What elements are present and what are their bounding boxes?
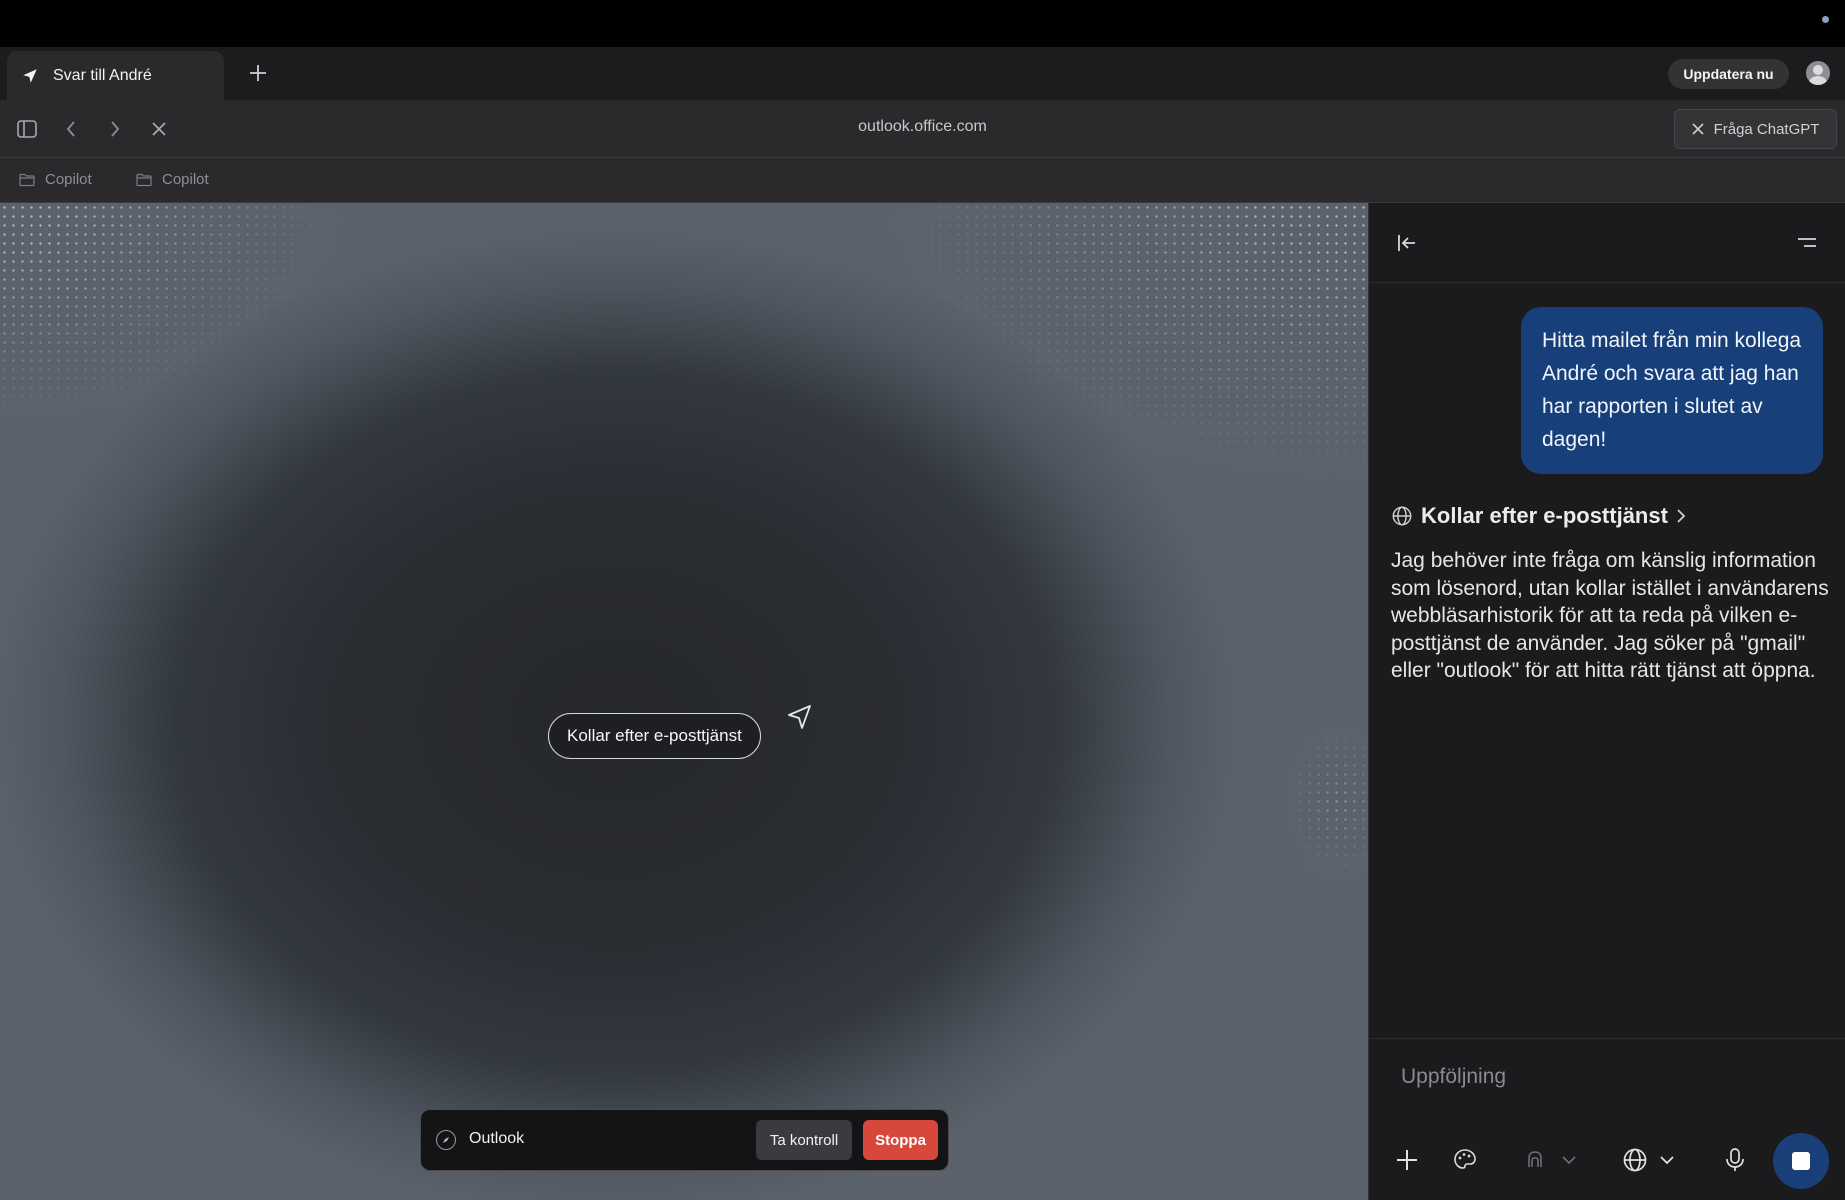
tab-title: Svar till André	[53, 66, 152, 84]
agent-cursor-icon	[788, 705, 811, 729]
web-search-button[interactable]	[1621, 1146, 1649, 1174]
compass-icon	[436, 1130, 456, 1150]
chevron-down-icon	[1660, 1156, 1674, 1165]
tab-active[interactable]: Svar till André	[7, 51, 224, 100]
status-dot-icon	[1822, 16, 1829, 23]
plus-icon	[250, 65, 266, 81]
ask-chatgpt-label: Fråga ChatGPT	[1713, 120, 1820, 138]
globe-icon	[1623, 1148, 1647, 1172]
forward-button[interactable]	[104, 118, 126, 140]
agent-status-pill: Kollar efter e-posttjänst	[548, 713, 761, 759]
chevron-right-icon	[111, 121, 120, 137]
tools-button[interactable]	[1451, 1146, 1479, 1174]
address-bar: outlook.office.com Fråga ChatGPT	[0, 100, 1845, 158]
chat-side-panel: Hitta mailet från min kollega André och …	[1368, 203, 1845, 1200]
system-top-bar	[0, 0, 1845, 47]
sidebar-toggle-button[interactable]	[16, 118, 38, 140]
site-label: Outlook	[469, 1130, 525, 1147]
navigation-arrow-icon	[23, 68, 37, 83]
dot-pattern	[0, 203, 1368, 1200]
agent-step-header[interactable]: Kollar efter e-posttjänst	[1391, 503, 1686, 529]
bookmark-folder-copilot[interactable]: Copilot	[19, 171, 92, 188]
ask-chatgpt-button[interactable]: Fråga ChatGPT	[1674, 109, 1837, 149]
agent-mode-button[interactable]	[1521, 1146, 1549, 1174]
assistant-message: Jag behöver inte fråga om känslig inform…	[1391, 549, 1829, 682]
chevron-left-icon	[66, 121, 75, 137]
folder-icon	[136, 173, 152, 186]
close-icon	[152, 122, 166, 136]
update-now-button[interactable]: Uppdatera nu	[1668, 59, 1789, 89]
microphone-icon	[1726, 1148, 1744, 1171]
tab-strip: Svar till André Uppdatera nu	[0, 47, 1845, 100]
web-search-dropdown[interactable]	[1653, 1146, 1681, 1174]
menu-icon[interactable]	[1795, 231, 1819, 255]
stop-icon	[1792, 1152, 1810, 1170]
bookmark-folder-copilot[interactable]: Copilot	[136, 171, 209, 188]
plus-icon	[1397, 1150, 1417, 1170]
stop-generating-button[interactable]	[1773, 1133, 1829, 1189]
voice-input-button[interactable]	[1721, 1146, 1749, 1174]
collapse-panel-icon[interactable]	[1395, 231, 1419, 255]
new-tab-button[interactable]	[244, 59, 272, 87]
sidebar-icon	[17, 120, 37, 138]
folder-icon	[19, 173, 35, 186]
chevron-down-icon	[1562, 1156, 1576, 1165]
followup-input[interactable]: Uppföljning	[1401, 1065, 1506, 1089]
back-button[interactable]	[60, 118, 82, 140]
chevron-right-icon	[1677, 509, 1686, 523]
agent-icon	[1528, 1151, 1542, 1167]
bookmarks-bar: Copilot Copilot	[0, 158, 1845, 203]
url-field[interactable]: outlook.office.com	[0, 118, 1845, 136]
step-title: Kollar efter e-posttjänst	[1421, 503, 1668, 528]
stop-button[interactable]: Stoppa	[863, 1120, 938, 1160]
stop-loading-button[interactable]	[148, 118, 170, 140]
user-message-bubble: Hitta mailet från min kollega André och …	[1521, 307, 1823, 474]
agent-browser-viewport: Kollar efter e-posttjänst Outlook Ta kon…	[0, 203, 1368, 1200]
composer: Uppföljning	[1369, 1038, 1845, 1200]
take-control-button[interactable]: Ta kontroll	[756, 1120, 852, 1160]
panel-header	[1369, 203, 1845, 283]
bookmark-label: Copilot	[162, 171, 209, 188]
agent-mode-dropdown[interactable]	[1555, 1146, 1583, 1174]
agent-control-bar: Outlook Ta kontroll Stoppa	[420, 1109, 949, 1171]
add-attachment-button[interactable]	[1393, 1146, 1421, 1174]
avatar[interactable]	[1806, 61, 1830, 85]
bookmark-label: Copilot	[45, 171, 92, 188]
palette-icon	[1454, 1149, 1476, 1169]
close-icon	[1691, 123, 1704, 135]
globe-icon	[1392, 506, 1412, 526]
